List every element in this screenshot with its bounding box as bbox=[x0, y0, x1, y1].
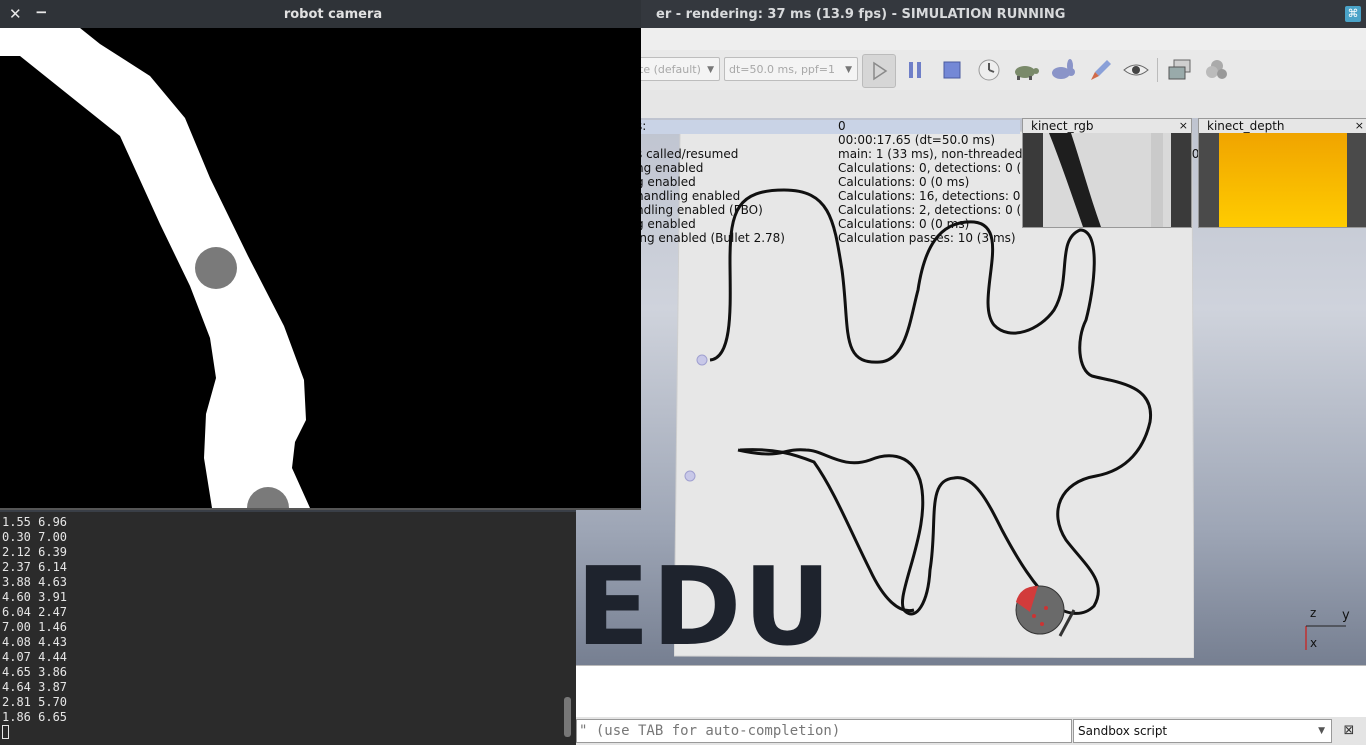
axes-gizmo bbox=[1305, 625, 1346, 650]
watermark-text: EDU bbox=[576, 545, 834, 670]
play-button[interactable] bbox=[862, 54, 896, 88]
info-label: g enabled bbox=[636, 175, 696, 189]
kinect-depth-view[interactable]: kinect_depth × bbox=[1198, 118, 1366, 228]
terminal-line: 4.60 3.91 bbox=[2, 590, 68, 604]
tray-icon[interactable]: ⌘ bbox=[1345, 6, 1361, 22]
edu-watermark: EDU bbox=[576, 545, 833, 670]
selection-icon bbox=[1206, 60, 1227, 79]
visualization-button[interactable] bbox=[1121, 55, 1151, 85]
view-tabbar bbox=[600, 90, 1366, 119]
close-icon[interactable]: ✕ bbox=[9, 5, 22, 23]
info-overlay: s: s called/resumed ng enabled g enabled… bbox=[636, 118, 1242, 250]
terminal-line: 2.12 6.39 bbox=[2, 545, 68, 559]
info-value: Calculations: 0 (0 ms) bbox=[838, 175, 970, 189]
terminal-scrollbar[interactable] bbox=[564, 697, 571, 737]
terminal-line: 7.00 1.46 bbox=[2, 620, 68, 634]
kinect-depth-image bbox=[1199, 133, 1366, 227]
robot-camera-image bbox=[0, 28, 641, 510]
terminal-line: 1.55 6.96 bbox=[2, 515, 68, 529]
terminal-output[interactable]: 1.55 6.96 0.30 7.00 2.12 6.39 2.37 6.14 3.88… bbox=[0, 512, 576, 745]
clock-icon bbox=[978, 59, 1000, 81]
info-value: 0 bbox=[838, 119, 846, 133]
selection-button[interactable] bbox=[1202, 55, 1232, 85]
info-highlight-row bbox=[636, 120, 1020, 134]
terminal-line: 2.81 5.70 bbox=[2, 695, 68, 709]
slower-button[interactable] bbox=[1010, 55, 1040, 85]
terminal-lines: 1.55 6.96 0.30 7.00 2.12 6.39 2.37 6.14 3.88… bbox=[2, 515, 67, 725]
stop-button[interactable] bbox=[937, 55, 967, 85]
info-value: Calculations: 0 (0 ms) bbox=[838, 217, 970, 231]
realtime-button[interactable] bbox=[974, 55, 1004, 85]
page-button[interactable] bbox=[1165, 55, 1195, 85]
minimize-icon[interactable]: − bbox=[35, 3, 48, 21]
threaded-rendering-button[interactable] bbox=[1086, 55, 1116, 85]
timestep-select-value: dt=50.0 ms, ppf=1 bbox=[729, 63, 835, 76]
window-title: er - rendering: 37 ms (13.9 fps) - SIMUL… bbox=[656, 7, 1066, 22]
close-icon[interactable]: × bbox=[1179, 119, 1188, 132]
status-output[interactable] bbox=[576, 665, 1366, 718]
script-language-select[interactable]: Sandbox script ▼ bbox=[1073, 719, 1332, 743]
kinect-rgb-view[interactable]: kinect_rgb × bbox=[1022, 118, 1192, 228]
info-value: Calculation passes: 10 (3 ms) bbox=[838, 231, 1016, 245]
menubar bbox=[600, 28, 1366, 51]
info-label: g enabled bbox=[636, 217, 696, 231]
terminal-line: 0.30 7.00 bbox=[2, 530, 68, 544]
toolbar-separator bbox=[1157, 58, 1158, 82]
command-input[interactable]: " (use TAB for auto-completion) bbox=[576, 719, 1072, 743]
terminal-line: 4.08 4.43 bbox=[2, 635, 68, 649]
camera-window-title: robot camera bbox=[283, 7, 383, 22]
rocket-icon bbox=[1091, 60, 1111, 80]
axis-z-label: z bbox=[1310, 606, 1317, 620]
terminal-line: 3.88 4.63 bbox=[2, 575, 68, 589]
turtle-icon bbox=[1015, 66, 1039, 80]
axis-x-label: x bbox=[1310, 636, 1318, 650]
chevron-down-icon: ▼ bbox=[1318, 726, 1325, 736]
info-value: 00:00:17.65 (dt=50.0 ms) bbox=[838, 133, 996, 147]
clear-button[interactable]: ⊠ bbox=[1340, 722, 1358, 740]
page-icon bbox=[1168, 59, 1191, 80]
faster-button[interactable] bbox=[1047, 55, 1077, 85]
pause-button[interactable] bbox=[900, 55, 930, 85]
chevron-down-icon: ▼ bbox=[707, 65, 714, 75]
info-label: ndling enabled (FBO) bbox=[636, 203, 763, 217]
terminal-line: 4.64 3.87 bbox=[2, 680, 68, 694]
info-label: ing enabled (Bullet 2.78) bbox=[636, 231, 785, 245]
eye-icon bbox=[1123, 64, 1149, 76]
timestep-select[interactable]: dt=50.0 ms, ppf=1 ▼ bbox=[724, 57, 858, 81]
kinect-rgb-image bbox=[1023, 133, 1191, 227]
info-label: s called/resumed bbox=[636, 147, 739, 161]
terminal-line: 4.65 3.86 bbox=[2, 665, 68, 679]
terminal-line: 4.07 4.44 bbox=[2, 650, 68, 664]
terminal-line: 1.86 6.65 bbox=[2, 710, 68, 724]
kinect-depth-title: kinect_depth bbox=[1199, 119, 1366, 133]
stop-icon bbox=[943, 61, 961, 79]
rabbit-icon bbox=[1052, 59, 1075, 79]
pause-icon bbox=[909, 62, 921, 78]
close-icon[interactable]: × bbox=[1355, 119, 1364, 132]
info-label: ng enabled bbox=[636, 161, 704, 175]
terminal-line: 6.04 2.47 bbox=[2, 605, 68, 619]
play-icon bbox=[873, 61, 888, 81]
terminal-line: 2.37 6.14 bbox=[2, 560, 68, 574]
kinect-rgb-title: kinect_rgb bbox=[1023, 119, 1191, 133]
info-label: handling enabled bbox=[636, 189, 741, 203]
axis-y-label: y bbox=[1342, 608, 1350, 623]
script-language-value: Sandbox script bbox=[1078, 724, 1168, 738]
terminal-cursor bbox=[2, 725, 9, 739]
chevron-down-icon: ▼ bbox=[845, 65, 852, 75]
